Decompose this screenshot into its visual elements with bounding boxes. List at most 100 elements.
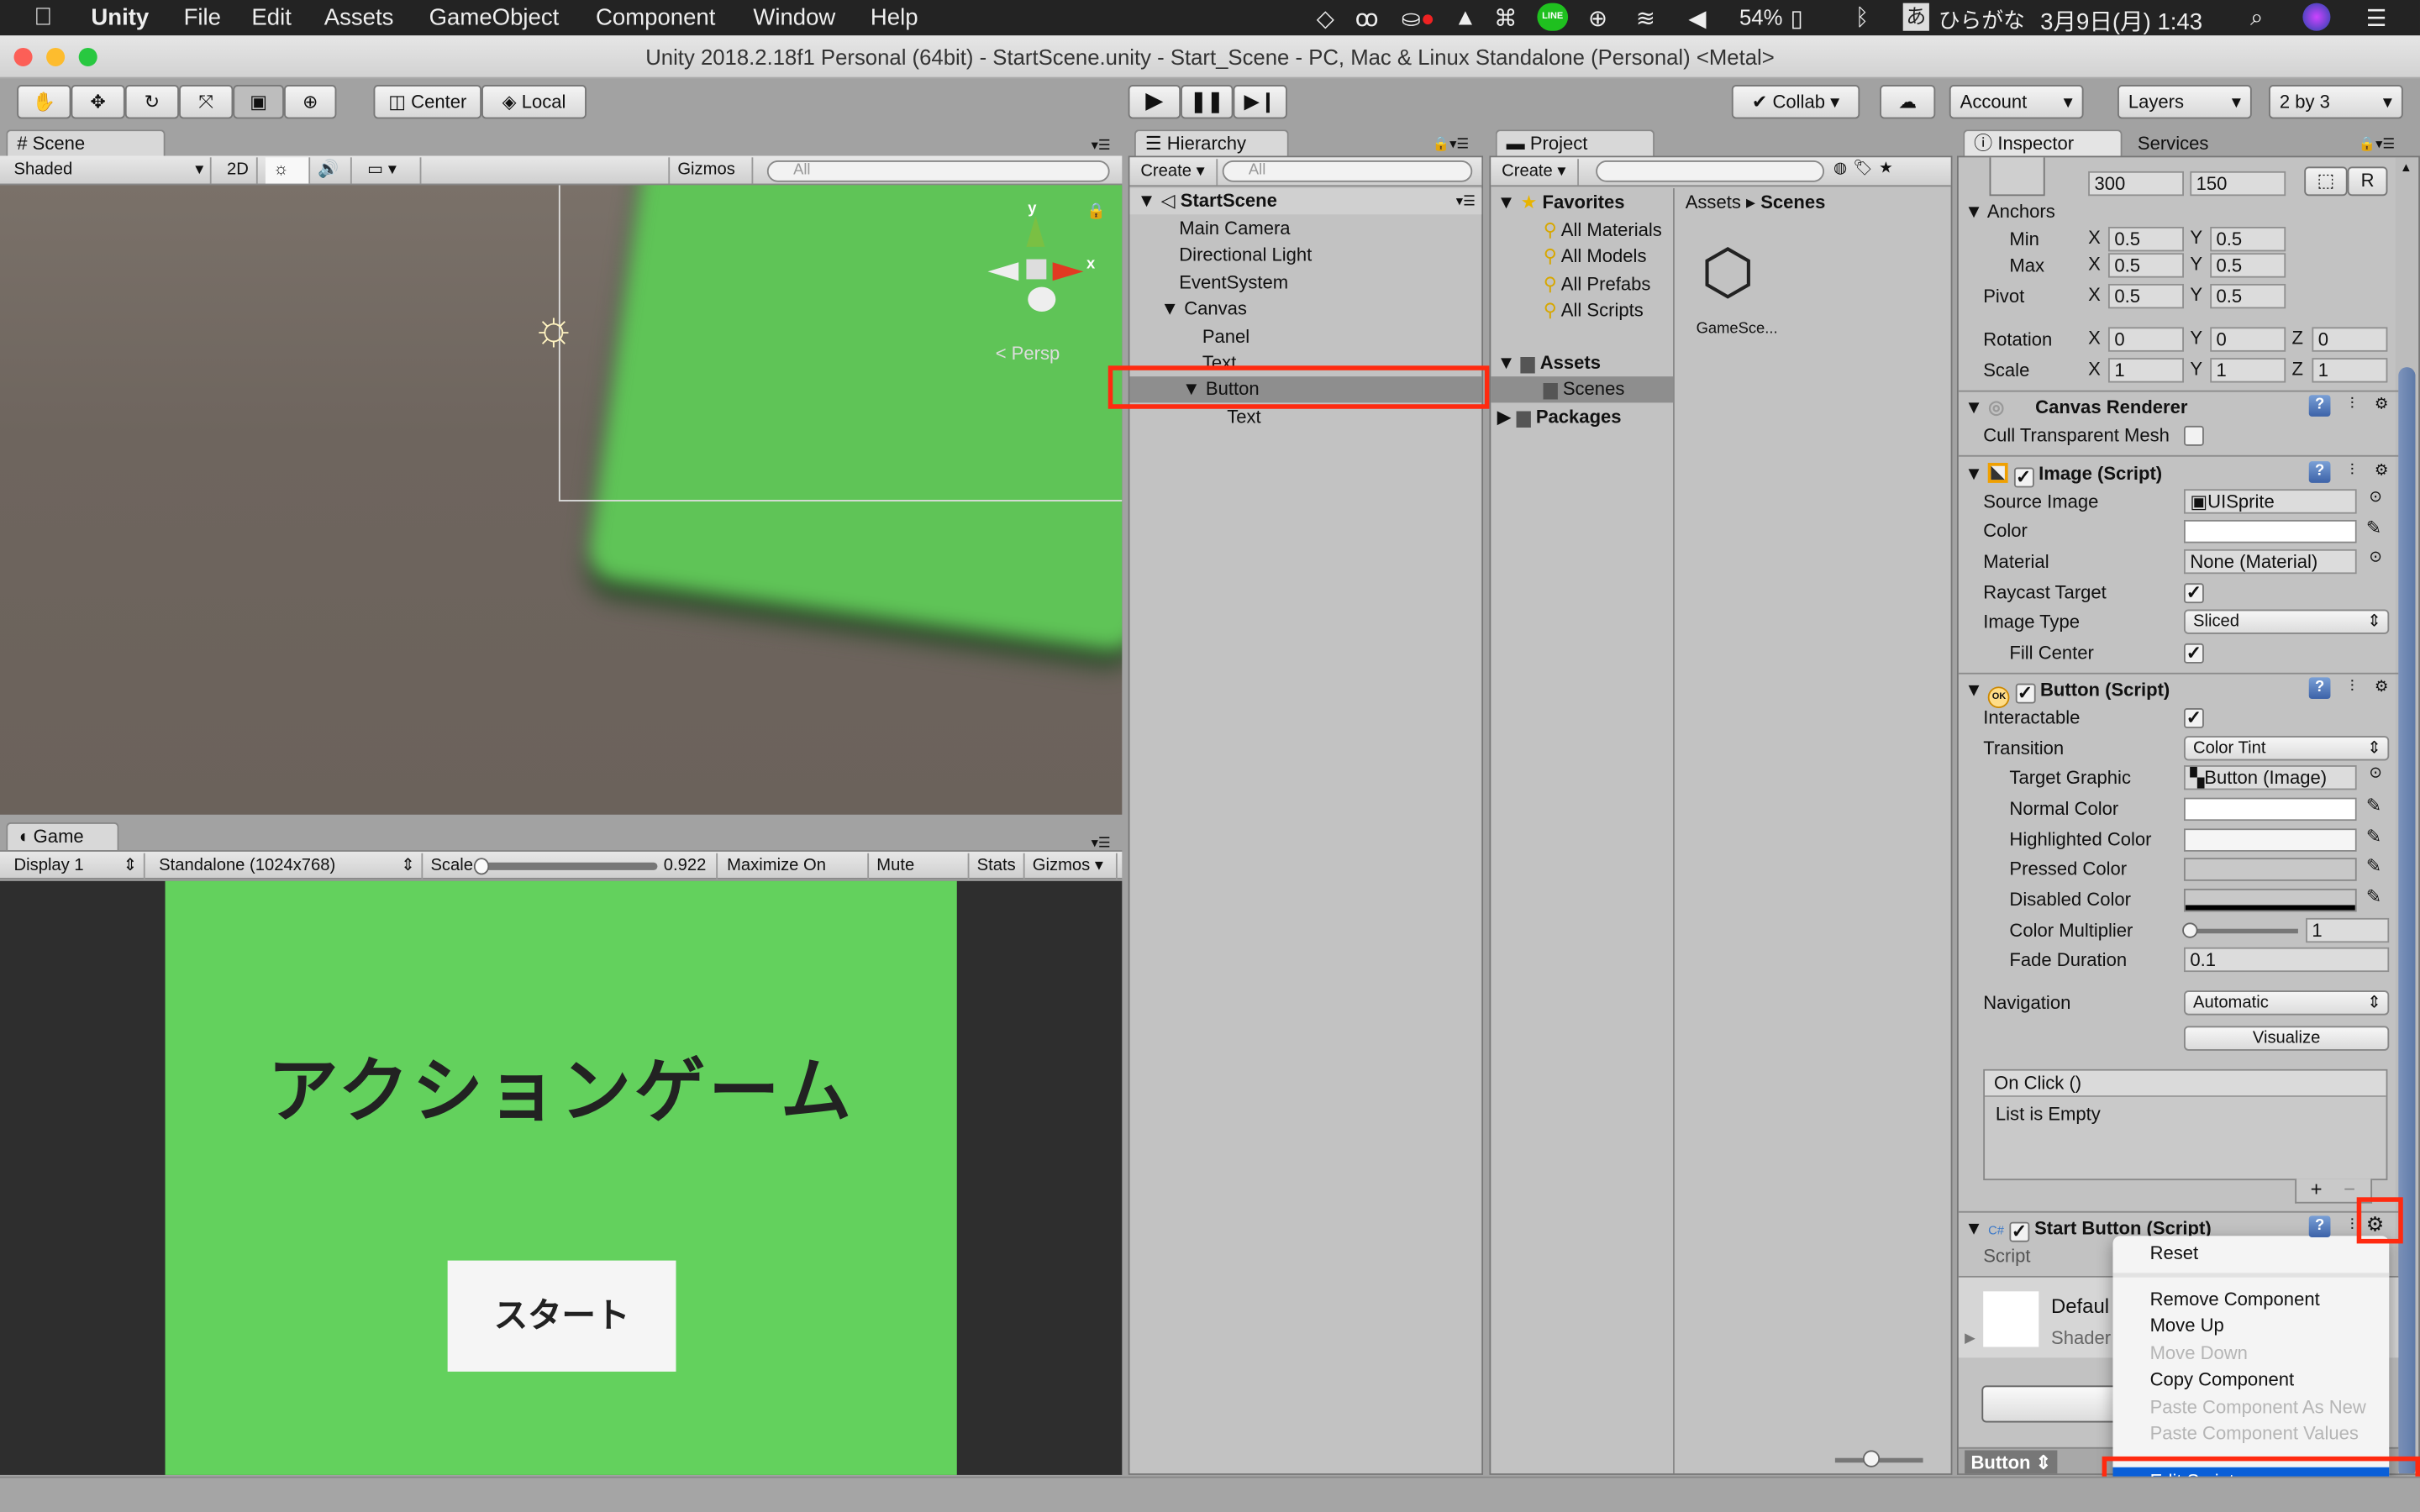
navigation-dropdown[interactable]: Automatic ⇕ <box>2183 990 2390 1016</box>
hierarchy-item[interactable]: EventSystem <box>1179 270 1288 296</box>
battery-icon[interactable]: ▯ <box>1791 5 1803 33</box>
vector-field-rot-z[interactable]: 0 <box>2312 327 2388 352</box>
menu-help[interactable]: Help <box>871 5 918 31</box>
blueprint-mode-button[interactable]: ⬚ <box>2304 166 2348 197</box>
scene-menu-icon[interactable]: ▾☰ <box>1456 188 1476 214</box>
width-field[interactable]: 300 <box>2088 171 2184 197</box>
vector-field-rot-x[interactable]: 0 <box>2107 327 2184 352</box>
move-tool-button[interactable]: ✥ <box>71 85 125 119</box>
favorite-item[interactable]: ⚲ All Scripts <box>1544 297 1644 323</box>
siri-icon[interactable] <box>2302 3 2331 31</box>
preset-icon[interactable]: ⫶ <box>2341 1215 2363 1237</box>
eyedropper-icon[interactable]: ✎ <box>2366 517 2381 538</box>
rect-tool-button[interactable]: ▣ <box>233 85 284 119</box>
rotate-tool-button[interactable]: ↻ <box>124 85 180 119</box>
glasses-icon[interactable]: ꝏ <box>1355 5 1379 33</box>
create-dropdown[interactable]: Create ▾ <box>1133 159 1218 186</box>
hierarchy-item-canvas[interactable]: ▼ Canvas <box>1160 297 1247 323</box>
target-graphic-field[interactable]: ▚Button (Image) <box>2183 765 2357 790</box>
directional-light-icon[interactable]: ☼ <box>531 299 576 356</box>
pivot-center-button[interactable]: ◫ Center <box>373 85 482 119</box>
audio-toggle[interactable]: 🔊 <box>310 157 352 184</box>
add-event-button[interactable]: + <box>2311 1177 2323 1200</box>
interactable-checkbox[interactable]: ✓ <box>2183 708 2204 728</box>
visualize-button[interactable]: Visualize <box>2183 1026 2390 1051</box>
preset-icon[interactable]: ⫶ <box>2341 461 2363 483</box>
bluetooth-icon[interactable]: ᛒ <box>1855 5 1870 31</box>
hierarchy-search-input[interactable]: All <box>1222 160 1473 182</box>
stats-toggle[interactable]: Stats <box>969 853 1025 879</box>
slider-thumb[interactable] <box>2182 922 2198 938</box>
gizmos-toggle[interactable]: Gizmos ▾ <box>1025 853 1118 879</box>
drive-icon[interactable]: ▲ <box>1454 5 1476 31</box>
step-button[interactable]: ▶❙ <box>1233 85 1287 119</box>
inspector-scrollbar[interactable]: ▲ <box>2395 157 2419 1474</box>
scroll-up-icon[interactable]: ▲ <box>2400 160 2412 175</box>
eyedropper-icon[interactable]: ✎ <box>2366 795 2381 816</box>
expand-arrow-icon[interactable]: ▶ <box>1497 406 1512 428</box>
favorite-item[interactable]: ⚲ All Models <box>1544 244 1647 270</box>
effects-dropdown[interactable]: ▭ ▾ <box>360 157 422 184</box>
unity-icon[interactable]: ◇ <box>1317 5 1334 33</box>
object-picker-icon[interactable]: ⊙ <box>2369 489 2381 506</box>
menu-app[interactable]: Unity <box>91 5 149 31</box>
eyedropper-icon[interactable]: ✎ <box>2366 885 2381 907</box>
highlighted-color-swatch[interactable] <box>2183 828 2357 852</box>
vector-field-min-x[interactable]: 0.5 <box>2107 226 2184 252</box>
vector-field-max-y[interactable]: 0.5 <box>2210 253 2286 278</box>
command-icon[interactable]: ⌘ <box>1494 5 1518 33</box>
raycast-target-checkbox[interactable]: ✓ <box>2183 583 2204 604</box>
tab-inspector[interactable]: ⓘ Inspector <box>1963 129 2123 158</box>
vector-field-pivot-y[interactable]: 0.5 <box>2210 283 2286 309</box>
scene-viewport[interactable]: ☼ y x < Persp 🔒 <box>0 185 1123 815</box>
pause-button[interactable]: ❚❚ <box>1181 85 1234 119</box>
ime-label[interactable]: ひらがな <box>1939 5 2025 36</box>
notification-center-icon[interactable]: ☰ <box>2366 5 2387 33</box>
tab-scene[interactable]: # Scene <box>6 129 166 158</box>
scale-tool-button[interactable]: ⤧ <box>179 85 234 119</box>
cull-checkbox[interactable] <box>2183 425 2204 446</box>
hand-tool-button[interactable]: ✋ <box>17 85 71 119</box>
anchors-foldout[interactable]: ▼ Anchors <box>1965 199 2055 225</box>
transform-tool-button[interactable]: ⊕ <box>283 85 337 119</box>
app-status-icon[interactable]: ⛀● <box>1402 5 1435 33</box>
disabled-color-swatch[interactable] <box>2183 888 2357 912</box>
vector-field-scale-y[interactable]: 1 <box>2210 358 2286 383</box>
breadcrumb-scenes[interactable]: Scenes <box>1760 192 1825 213</box>
gear-icon[interactable]: ⚙ <box>2370 677 2392 699</box>
menu-gameobject[interactable]: GameObject <box>429 5 560 31</box>
asset-label[interactable]: GameSce... <box>1697 321 1778 338</box>
help-icon[interactable]: ? <box>2308 1215 2331 1238</box>
menu-file[interactable]: File <box>184 5 221 31</box>
cloud-button[interactable]: ☁ <box>1880 85 1936 119</box>
color-multiplier-slider[interactable] <box>2186 928 2298 934</box>
remove-event-button[interactable]: − <box>2344 1177 2355 1200</box>
preset-icon[interactable]: ⫶ <box>2341 395 2363 417</box>
collab-button[interactable]: ✔ Collab ▾ <box>1731 85 1860 119</box>
vector-field-scale-z[interactable]: 1 <box>2312 358 2388 383</box>
fill-center-checkbox[interactable]: ✓ <box>2183 643 2204 664</box>
scrollbar-thumb[interactable] <box>2398 367 2416 1474</box>
project-search-input[interactable] <box>1596 160 1825 182</box>
assets-folder-row[interactable]: ▼ ▆ Assets <box>1497 350 1601 376</box>
persp-label[interactable]: < Persp <box>996 343 1060 365</box>
tab-game[interactable]: ◖ Game <box>6 822 119 851</box>
icon-size-slider-thumb[interactable] <box>1862 1450 1881 1467</box>
fade-duration-field[interactable]: 0.1 <box>2183 947 2390 973</box>
button-enabled-checkbox[interactable]: ✓ <box>2014 683 2035 704</box>
tab-services[interactable]: Services <box>2138 133 2209 155</box>
expand-arrow-icon[interactable]: ▼ <box>1497 192 1516 213</box>
scale-slider[interactable] <box>475 862 658 870</box>
play-button[interactable]: ▶ <box>1128 85 1181 119</box>
help-icon[interactable]: ? <box>2308 461 2331 483</box>
pressed-color-swatch[interactable] <box>2183 858 2357 881</box>
account-dropdown[interactable]: Account ▾ <box>1949 85 2084 119</box>
object-picker-icon[interactable]: ⊙ <box>2369 549 2381 566</box>
gear-icon[interactable]: ⚙ <box>2370 461 2392 483</box>
menu-window[interactable]: Window <box>753 5 835 31</box>
layout-dropdown[interactable]: 2 by 3 ▾ <box>2268 85 2403 119</box>
favorite-item[interactable]: ⚲ All Materials <box>1544 218 1662 244</box>
maximize-on-play-toggle[interactable]: Maximize On Play <box>719 853 870 901</box>
image-type-dropdown[interactable]: Sliced ⇕ <box>2183 609 2390 634</box>
scale-slider-thumb[interactable] <box>473 858 490 875</box>
